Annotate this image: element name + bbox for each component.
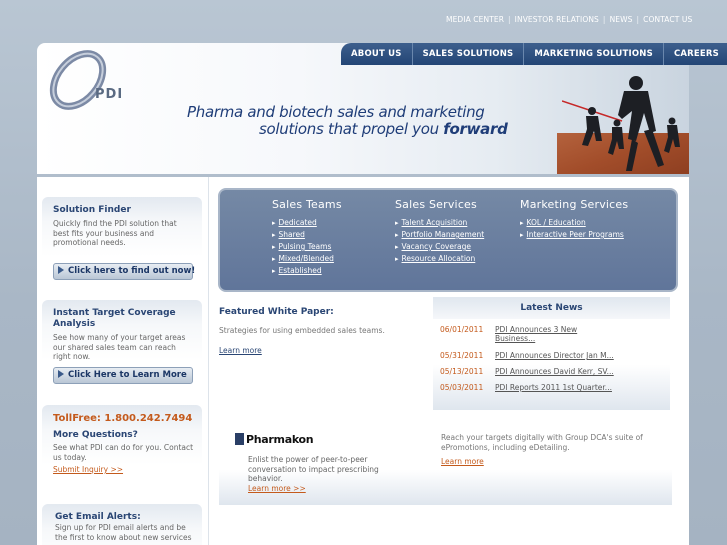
link-kol-education[interactable]: KOL / Education [520,217,628,229]
tagline-line2-text: solutions that propel you [259,120,439,138]
link-mixed-blended-label: Mixed/Blended [278,254,334,263]
news-date: 06/01/2011 [440,325,484,334]
pharmakon-learn-more-link[interactable]: Learn more >> [248,484,393,494]
link-news[interactable]: NEWS [610,15,633,24]
coverage-text: See how many of your target areas our sh… [53,333,186,361]
tagline-line2: solutions that propel you forward [259,120,508,138]
solution-finder-text: Quickly find the PDI solution that best … [53,219,177,247]
link-dedicated[interactable]: Dedicated [272,217,342,229]
tagline-emphasis: forward [443,120,508,138]
featured-text: Strategies for using embedded sales team… [219,326,385,335]
news-item[interactable]: 05/13/2011 PDI Announces David Kerr, SV..… [440,367,614,376]
nav-sales-solutions[interactable]: SALES SOLUTIONS [411,43,524,65]
news-date: 05/31/2011 [440,351,484,360]
email-alerts-box: Get Email Alerts: Sign up for PDI email … [42,504,202,545]
pharmakon-mark-icon [235,433,244,445]
news-title: Latest News [433,297,670,319]
link-investor-relations[interactable]: INVESTOR RELATIONS [515,15,599,24]
news-date: 05/13/2011 [440,367,484,376]
tagline-line1: Pharma and biotech sales and marketing [187,103,485,121]
more-questions-text: See what PDI can do for you. Contact us … [53,443,194,462]
nav-about-us[interactable]: ABOUT US [341,43,412,65]
link-talent-acquisition[interactable]: Talent Acquisition [395,217,484,229]
separator: | [602,15,606,24]
news-title-link[interactable]: PDI Announces 3 New [495,325,577,334]
news-item[interactable]: 05/31/2011 PDI Announces Director Jan M..… [440,351,614,360]
latest-news: Latest News 06/01/2011 PDI Announces 3 Ne… [433,297,670,410]
news-title-link-cont[interactable]: Business... [495,334,577,343]
sales-services-title: Sales Services [395,198,477,211]
dca-learn-more-link[interactable]: Learn more [441,457,671,467]
link-shared-label: Shared [278,230,305,239]
news-title-link[interactable]: PDI Announces David Kerr, SV... [495,367,614,376]
featured-white-paper: Featured White Paper: Strategies for usi… [219,307,414,357]
learn-more-button-label: Click Here to Learn More [68,370,187,380]
news-date: 05/03/2011 [440,383,484,392]
solution-finder-box: Solution Finder Quickly find the PDI sol… [42,197,202,297]
main-content: Solution Finder Quickly find the PDI sol… [37,177,689,545]
main-nav: ABOUT US SALES SOLUTIONS MARKETING SOLUT… [341,43,727,65]
link-media-center[interactable]: MEDIA CENTER [446,15,504,24]
pharmakon-text: Enlist the power of peer-to-peer convers… [248,455,379,483]
learn-more-button[interactable]: Click Here to Learn More [53,367,193,384]
submit-inquiry-link[interactable]: Submit Inquiry >> [42,465,202,474]
sales-services-column: Sales Services Talent Acquisition Portfo… [395,198,484,265]
link-pulsing-teams[interactable]: Pulsing Teams [272,241,342,253]
link-established-label: Established [278,266,322,275]
contact-box: TollFree: 1.800.242.7494 More Questions?… [42,405,202,495]
link-interactive-peer-programs[interactable]: Interactive Peer Programs [520,229,628,241]
link-resource-allocation[interactable]: Resource Allocation [395,253,484,265]
tollfree-number: TollFree: 1.800.242.7494 [53,413,193,424]
promo-strip: Pharmakon Enlist the power of peer-to-pe… [219,427,672,505]
runners-image [562,76,680,171]
coverage-title: Instant Target Coverage Analysis [53,308,176,329]
news-item[interactable]: 05/03/2011 PDI Reports 2011 1st Quarter..… [440,383,612,392]
marketing-services-column: Marketing Services KOL / Education Inter… [520,198,628,241]
link-kol-education-label: KOL / Education [526,218,586,227]
dca-text: Reach your targets digitally with Group … [441,433,643,452]
dca-text-block: Reach your targets digitally with Group … [441,433,671,467]
coverage-box: Instant Target Coverage Analysis See how… [42,300,202,396]
news-item[interactable]: 06/01/2011 PDI Announces 3 New Business..… [440,325,577,343]
nav-careers[interactable]: CAREERS [662,43,727,65]
link-pulsing-teams-label: Pulsing Teams [278,242,332,251]
email-alerts-text: Sign up for PDI email alerts and be the … [55,523,192,542]
link-portfolio-management-label: Portfolio Management [401,230,485,239]
solution-finder-title: Solution Finder [53,205,131,215]
marketing-services-title: Marketing Services [520,198,629,211]
nav-marketing-solutions[interactable]: MARKETING SOLUTIONS [523,43,663,65]
pharmakon-logo[interactable]: Pharmakon [235,433,314,446]
news-title-link[interactable]: PDI Reports 2011 1st Quarter... [495,383,612,392]
link-contact-us[interactable]: CONTACT US [643,15,692,24]
more-questions-title: More Questions? [53,430,138,440]
link-vacancy-coverage[interactable]: Vacancy Coverage [395,241,484,253]
separator: | [508,15,511,24]
link-talent-acquisition-label: Talent Acquisition [401,218,468,227]
sales-teams-title: Sales Teams [272,198,342,211]
pharmakon-text-block: Enlist the power of peer-to-peer convers… [248,455,393,493]
separator: | [636,15,640,24]
link-interactive-peer-programs-label: Interactive Peer Programs [526,230,624,239]
news-title-link[interactable]: PDI Announces Director Jan M... [495,351,614,360]
link-dedicated-label: Dedicated [278,218,317,227]
utility-links: MEDIA CENTER | INVESTOR RELATIONS | NEWS | CON… [446,15,692,24]
sales-teams-column: Sales Teams Dedicated Shared Pulsing Tea… [272,198,342,277]
email-alerts-title: Get Email Alerts: [55,512,141,522]
link-established[interactable]: Established [272,265,342,277]
featured-learn-more-link[interactable]: Learn more [219,346,262,355]
logo-text: PDI [95,87,124,102]
services-panel: Sales Teams Dedicated Shared Pulsing Tea… [218,188,678,292]
play-arrow-icon [58,369,64,378]
featured-title: Featured White Paper: [219,307,334,317]
link-shared[interactable]: Shared [272,229,342,241]
link-resource-allocation-label: Resource Allocation [401,254,476,263]
sidebar: Solution Finder Quickly find the PDI sol… [37,177,209,545]
pharmakon-brand: Pharmakon [246,433,314,446]
find-out-button[interactable]: Click here to find out now! [53,263,196,280]
find-out-button-label: Click here to find out now! [68,266,196,276]
link-portfolio-management[interactable]: Portfolio Management [395,229,485,241]
link-vacancy-coverage-label: Vacancy Coverage [401,242,472,251]
play-arrow-icon [58,265,64,274]
link-mixed-blended[interactable]: Mixed/Blended [272,253,342,265]
